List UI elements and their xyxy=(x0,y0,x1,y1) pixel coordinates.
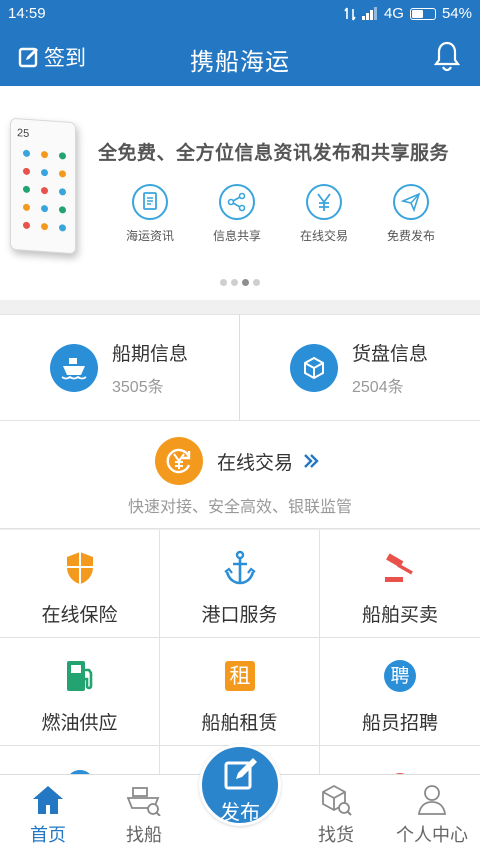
service-insurance[interactable]: 在线保险 xyxy=(0,530,160,638)
feature-publish-label: 免费发布 xyxy=(386,229,435,243)
battery-icon xyxy=(409,7,436,20)
share-icon xyxy=(227,192,246,212)
publish-button[interactable]: 发布 xyxy=(199,744,281,826)
search-box-icon xyxy=(322,784,352,816)
rent-icon: 租 xyxy=(225,661,255,691)
carousel-dot[interactable] xyxy=(253,279,260,286)
carousel-dot[interactable] xyxy=(220,279,227,286)
publish-label: 发布 xyxy=(220,800,260,824)
network-type: 4G xyxy=(383,5,404,22)
service-row3-right[interactable] xyxy=(320,746,480,774)
status-bar: 14:59 4G 54% xyxy=(0,0,480,28)
schedule-info-count: 3505条 xyxy=(112,379,164,396)
online-trade-card[interactable]: 在线交易 快速对接、安全高效、银联监管 xyxy=(0,421,480,529)
edit-icon xyxy=(224,758,257,790)
page-title: 携船海运 xyxy=(190,48,290,76)
carousel-dot[interactable] xyxy=(242,279,249,286)
feature-share-label: 信息共享 xyxy=(212,229,261,243)
service-fuel-label: 燃油供应 xyxy=(41,712,118,734)
online-trade-subtitle: 快速对接、安全高效、银联监管 xyxy=(127,497,352,516)
tab-find-ship-label: 找船 xyxy=(126,825,162,846)
online-trade-title: 在线交易 xyxy=(217,451,294,474)
schedule-info-card[interactable]: 船期信息 3505条 xyxy=(50,339,188,397)
feature-trade: 在线交易 xyxy=(286,184,362,244)
service-recruit-label: 船员招聘 xyxy=(361,712,438,734)
service-trading-label: 船舶买卖 xyxy=(361,604,438,626)
card-divider xyxy=(239,315,240,422)
info-cards: 船期信息 3505条 货盘信息 2504条 xyxy=(0,314,480,422)
double-chevron-right-icon xyxy=(304,454,319,468)
service-recruit[interactable]: 聘 船员招聘 xyxy=(320,638,480,746)
tab-find-cargo[interactable]: 找货 xyxy=(288,781,384,847)
service-rental-label: 船舶租赁 xyxy=(201,712,278,734)
schedule-info-title: 船期信息 xyxy=(112,343,189,365)
service-insurance-label: 在线保险 xyxy=(41,604,118,626)
hire-icon: 聘 xyxy=(384,660,416,692)
cargo-info-card[interactable]: 货盘信息 2504条 xyxy=(290,339,428,397)
service-row3-left[interactable] xyxy=(0,746,160,774)
person-icon xyxy=(417,785,447,815)
tab-find-ship[interactable]: 找船 xyxy=(96,781,192,847)
carousel-dot[interactable] xyxy=(231,279,238,286)
phone-clock: 25 xyxy=(17,127,30,141)
service-trading[interactable]: 船舶买卖 xyxy=(320,530,480,638)
paper-plane-icon xyxy=(401,192,421,212)
service-rental[interactable]: 租 船舶租赁 xyxy=(160,638,320,746)
yen-icon xyxy=(317,193,331,211)
yen-refresh-icon xyxy=(155,437,203,485)
shield-icon xyxy=(67,552,93,584)
feature-news: 海运资讯 xyxy=(112,184,188,244)
banner-headline: 全免费、全方位信息资讯发布和共享服务 xyxy=(98,142,450,164)
promo-banner[interactable]: 25 全免费、全方位信息资讯发布和共享服务 海运资讯 信息共享 在线交易 免费发… xyxy=(0,86,480,300)
cargo-info-title: 货盘信息 xyxy=(352,343,429,365)
feature-share: 信息共享 xyxy=(199,184,275,244)
battery-percent: 54% xyxy=(441,5,472,22)
status-indicators: 4G 54% xyxy=(344,5,472,22)
bell-icon[interactable] xyxy=(432,40,462,72)
signal-icon xyxy=(361,7,377,20)
tab-find-cargo-label: 找货 xyxy=(318,825,354,846)
feature-news-label: 海运资讯 xyxy=(125,229,174,243)
feature-publish: 免费发布 xyxy=(373,184,449,244)
box-icon xyxy=(290,344,338,392)
gavel-icon xyxy=(385,553,413,582)
ship-icon xyxy=(50,344,98,392)
data-transfer-icon xyxy=(344,7,356,20)
cargo-info-count: 2504条 xyxy=(352,379,404,396)
status-time: 14:59 xyxy=(8,5,46,22)
tab-profile-label: 个人中心 xyxy=(396,825,468,846)
tab-profile[interactable]: 个人中心 xyxy=(384,781,480,847)
fuel-pump-icon xyxy=(67,661,93,691)
carousel-indicator[interactable] xyxy=(0,279,480,286)
service-port[interactable]: 港口服务 xyxy=(160,530,320,638)
service-fuel[interactable]: 燃油供应 xyxy=(0,638,160,746)
document-icon xyxy=(143,192,157,210)
service-port-label: 港口服务 xyxy=(201,604,278,626)
tab-home-label: 首页 xyxy=(30,825,66,846)
phone-illustration: 25 xyxy=(10,117,76,255)
ship-icon xyxy=(126,787,161,816)
tab-home[interactable]: 首页 xyxy=(0,781,96,847)
anchor-icon xyxy=(224,550,256,585)
app-header: 签到 携船海运 xyxy=(0,28,480,86)
services-grid: 在线保险 港口服务 船舶买卖 燃油供应 租 船舶租赁 聘 船员招聘 xyxy=(0,530,480,774)
home-icon xyxy=(33,786,63,814)
feature-trade-label: 在线交易 xyxy=(299,229,348,243)
app-screen: 14:59 4G 54% 签到 携船海运 25 全免费、全方位信息资讯发布和共享… xyxy=(0,0,480,853)
